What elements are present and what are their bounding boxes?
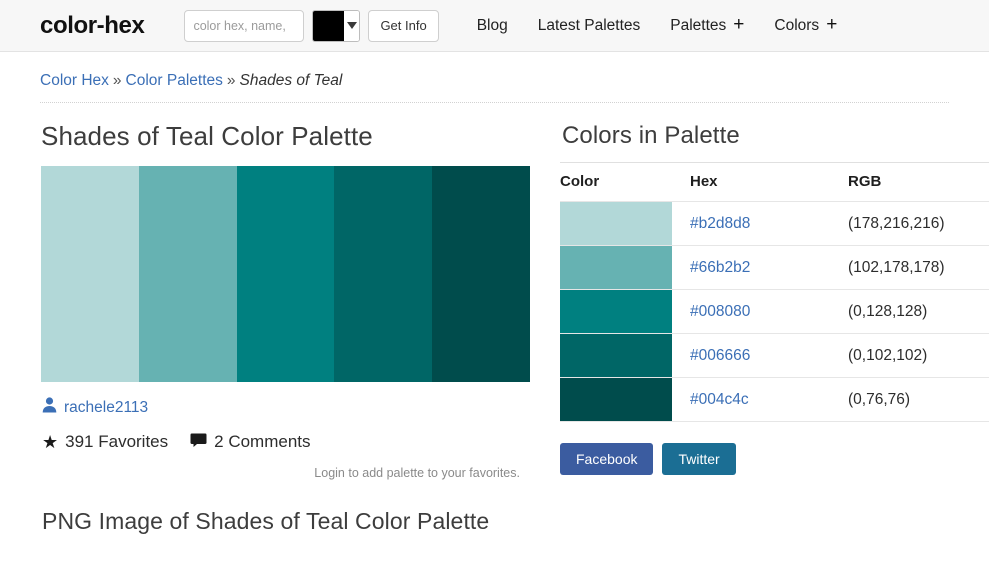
color-swatch[interactable] [560, 246, 672, 289]
cell-rgb: (0,128,128) [830, 289, 989, 334]
palette-preview[interactable] [41, 166, 530, 382]
cell-hex: #008080 [672, 289, 830, 334]
table-header-row: Color Hex RGB [560, 162, 989, 202]
chevron-down-icon[interactable] [344, 10, 360, 41]
site-logo[interactable]: color-hex [40, 12, 145, 40]
palette-band-2[interactable] [138, 166, 237, 382]
rgb-value: (178,216,216) [848, 214, 945, 232]
facebook-share-button[interactable]: Facebook [560, 443, 654, 475]
cell-color [560, 289, 672, 334]
plus-icon[interactable]: + [826, 15, 837, 34]
nav-item-colors[interactable]: Colors + [774, 15, 837, 35]
page-content: Shades of Teal Color Palette rachele2113… [0, 103, 989, 535]
rgb-value: (0,102,102) [848, 346, 928, 364]
rgb-value: (102,178,178) [848, 258, 945, 276]
hex-link[interactable]: #66b2b2 [690, 259, 750, 276]
favorites-count: 391 Favorites [65, 432, 169, 451]
color-swatch[interactable] [560, 202, 672, 245]
palette-band-5[interactable] [432, 166, 530, 382]
author-username[interactable]: rachele2113 [64, 399, 148, 417]
table-row: #004c4c (0,76,76) [560, 377, 989, 422]
color-picker-swatch [313, 10, 345, 41]
author-row: rachele2113 [42, 397, 530, 418]
color-swatch[interactable] [560, 378, 672, 421]
palette-band-3[interactable] [236, 166, 335, 382]
rgb-value: (0,76,76) [848, 390, 911, 408]
cell-hex: #006666 [672, 333, 830, 378]
hex-link[interactable]: #008080 [690, 303, 750, 320]
column-header-color: Color [560, 162, 672, 202]
nav-label: Colors [774, 16, 820, 34]
cell-rgb: (178,216,216) [830, 201, 989, 246]
comments-stat[interactable]: 2 Comments [190, 432, 311, 452]
comments-count: 2 Comments [214, 432, 311, 451]
page-title: Shades of Teal Color Palette [41, 121, 373, 151]
cell-hex: #b2d8d8 [672, 201, 830, 246]
login-favorites-note: Login to add palette to your favorites. [314, 466, 520, 480]
table-row: #008080 (0,128,128) [560, 289, 989, 334]
column-header-rgb: RGB [830, 162, 989, 202]
favorites-stat: ★ 391 Favorites [42, 432, 168, 452]
twitter-share-button[interactable]: Twitter [662, 443, 736, 475]
person-icon [42, 397, 57, 418]
column-header-hex: Hex [672, 162, 830, 202]
left-column: Shades of Teal Color Palette rachele2113… [0, 103, 555, 535]
search-input[interactable] [184, 9, 305, 42]
colors-table: Color Hex RGB #b2d8d8 (178,216,216) #66b2b… [560, 162, 989, 422]
color-picker-button[interactable] [312, 9, 361, 42]
cell-hex: #66b2b2 [672, 245, 830, 290]
right-column: Colors in Palette Color Hex RGB #b2d8d8 (… [555, 103, 989, 475]
search-group: Get Info [184, 9, 439, 42]
nav-label: Blog [476, 16, 508, 34]
palette-band-1[interactable] [41, 166, 139, 382]
get-info-button[interactable]: Get Info [368, 9, 439, 42]
table-row: #b2d8d8 (178,216,216) [560, 201, 989, 246]
colors-in-palette-title: Colors in Palette [562, 122, 740, 149]
rgb-value: (0,128,128) [848, 302, 928, 320]
color-swatch[interactable] [560, 290, 672, 333]
hex-link[interactable]: #006666 [690, 347, 750, 364]
social-share-row: Facebook Twitter [560, 443, 989, 475]
hex-link[interactable]: #b2d8d8 [690, 215, 750, 232]
cell-hex: #004c4c [672, 377, 830, 422]
breadcrumb-separator: » [226, 72, 236, 89]
cell-color [560, 333, 672, 378]
palette-band-4[interactable] [334, 166, 433, 382]
cell-color [560, 201, 672, 246]
nav-item-blog[interactable]: Blog [477, 17, 508, 35]
table-row: #006666 (0,102,102) [560, 333, 989, 378]
nav-item-latest-palettes[interactable]: Latest Palettes [538, 17, 641, 35]
plus-icon[interactable]: + [733, 15, 744, 34]
site-header: color-hex Get Info Blog Latest Palettes … [0, 0, 989, 52]
breadcrumb-link-color-palettes[interactable]: Color Palettes [126, 72, 223, 89]
cell-rgb: (0,76,76) [830, 377, 989, 422]
png-image-title: PNG Image of Shades of Teal Color Palett… [42, 508, 490, 534]
cell-rgb: (0,102,102) [830, 333, 989, 378]
breadcrumb-wrap: Color Hex» Color Palettes» Shades of Teal [0, 52, 989, 103]
cell-color [560, 377, 672, 422]
cell-rgb: (102,178,178) [830, 245, 989, 290]
breadcrumb-link-color-hex[interactable]: Color Hex [40, 72, 109, 89]
comment-icon [190, 432, 207, 452]
main-nav: Blog Latest Palettes Palettes + Colors + [477, 15, 838, 35]
hex-link[interactable]: #004c4c [690, 391, 749, 408]
table-row: #66b2b2 (102,178,178) [560, 245, 989, 290]
color-swatch[interactable] [560, 334, 672, 377]
cell-color [560, 245, 672, 290]
breadcrumb: Color Hex» Color Palettes» Shades of Teal [40, 72, 949, 103]
breadcrumb-current: Shades of Teal [239, 72, 343, 89]
nav-label: Latest Palettes [537, 16, 641, 34]
stats-row: ★ 391 Favorites 2 Comments [42, 432, 530, 452]
nav-item-palettes[interactable]: Palettes + [670, 15, 744, 35]
star-icon: ★ [42, 432, 59, 452]
breadcrumb-separator: » [112, 72, 122, 89]
nav-label: Palettes [670, 16, 727, 34]
